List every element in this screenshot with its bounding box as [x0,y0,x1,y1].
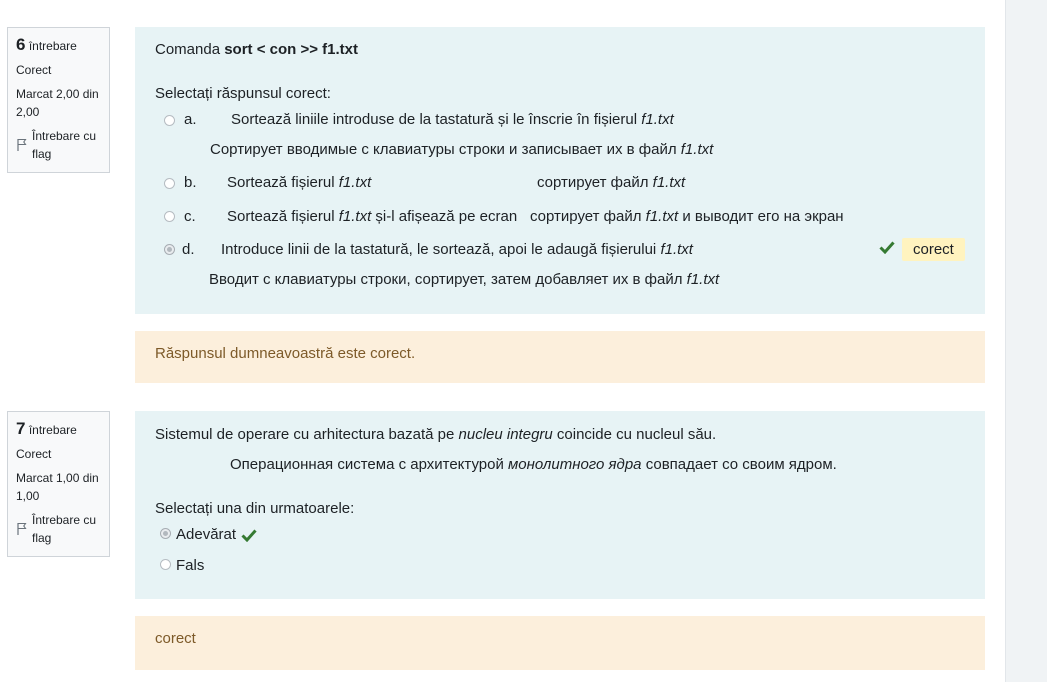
question-stem: Comanda sort < con >> f1.txt [155,41,359,58]
option-c-text-ro[interactable]: Sortează fișierul f1.txt și-l afișează p… [227,208,517,225]
option-false-label[interactable]: Fals [176,557,204,574]
question-stem-ru: Операционная система с архитектурой моно… [230,456,837,473]
flag-icon [17,522,27,535]
answer-prompt: Selectați una din urmatoarele: [155,500,355,517]
option-b-radio[interactable] [164,178,175,189]
question-mark: Marcat 1,00 din 1,00 [16,471,99,503]
flag-label: Întrebare cu flag [32,129,97,161]
option-c-radio[interactable] [164,211,175,222]
option-a-letter: a. [184,111,197,128]
answer-prompt: Selectați răspunsul corect: [155,85,331,102]
question-6-content: Comanda sort < con >> f1.txt Selectați r… [135,27,985,314]
question-word: întrebare [28,423,77,437]
option-c-letter: c. [184,208,196,225]
option-d-text-ro[interactable]: Introduce linii de la tastatură, le sort… [221,241,693,258]
option-false-radio[interactable] [160,559,171,570]
option-d-letter: d. [182,241,195,258]
feedback-text: Răspunsul dumneavoastră este corect. [155,345,416,362]
question-number: 6 [16,35,26,54]
correct-check-icon [879,241,895,254]
question-status: Corect [16,447,52,461]
result-badge: corect [902,238,965,261]
question-word: întrebare [28,39,77,53]
option-b-text-ro[interactable]: Sortează fișierul f1.txt [227,174,371,191]
option-a-radio[interactable] [164,115,175,126]
option-true-label[interactable]: Adevărat [176,526,236,543]
correct-check-icon [241,529,257,542]
question-6-feedback: Răspunsul dumneavoastră este corect. [135,331,985,383]
option-b-text-ru: сортирует файл f1.txt [537,174,686,191]
question-info-6: 6 întrebare Corect Marcat 2,00 din 2,00 … [7,27,110,173]
flag-label: Întrebare cu flag [32,513,97,545]
question-info-7: 7 întrebare Corect Marcat 1,00 din 1,00 … [7,411,110,557]
flag-question-link[interactable]: Întrebare cu flag [16,127,101,163]
question-number: 7 [16,419,26,438]
command-text: sort < con >> f1.txt [224,41,359,58]
option-d-radio[interactable] [164,244,175,255]
right-side-panel [1005,0,1047,682]
question-7-feedback: corect [135,616,985,670]
option-d-text-ru: Вводит с клавиатуры строки, сортирует, з… [209,271,720,288]
option-a-text-ro[interactable]: Sortează liniile introduse de la tastatu… [231,111,674,128]
question-7-content: Sistemul de operare cu arhitectura bazat… [135,411,985,599]
question-mark: Marcat 2,00 din 2,00 [16,87,99,119]
flag-question-link[interactable]: Întrebare cu flag [16,511,101,547]
option-a-text-ru: Сортирует вводимые с клавиатуры строки и… [210,141,714,158]
option-c-text-ru: сортирует файл f1.txt и выводит его на э… [530,208,844,225]
option-true-radio[interactable] [160,528,171,539]
flag-icon [17,138,27,151]
feedback-text: corect [155,630,196,647]
question-status: Corect [16,63,52,77]
question-stem-ro: Sistemul de operare cu arhitectura bazat… [155,426,717,443]
option-b-letter: b. [184,174,197,191]
